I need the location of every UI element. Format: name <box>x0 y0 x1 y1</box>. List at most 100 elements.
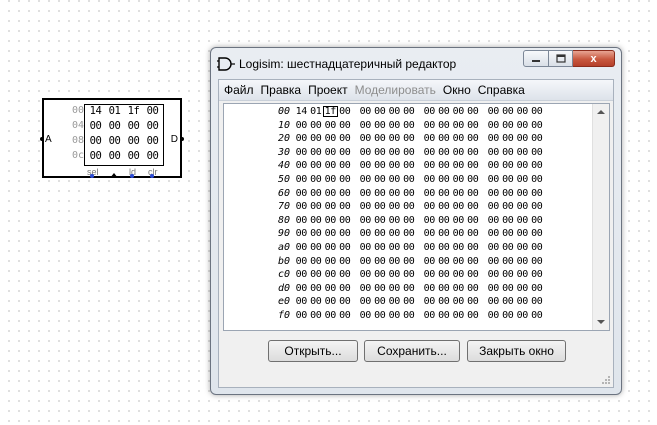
hex-byte[interactable]: 00 <box>466 228 481 239</box>
hex-byte[interactable]: 00 <box>358 201 373 212</box>
hex-byte[interactable]: 00 <box>338 174 353 185</box>
hex-byte[interactable]: 00 <box>530 133 545 144</box>
hex-byte[interactable]: 00 <box>501 160 516 171</box>
hex-byte[interactable]: 00 <box>373 160 388 171</box>
hex-byte[interactable]: 00 <box>501 106 516 117</box>
hex-byte[interactable]: 00 <box>294 228 309 239</box>
hex-byte[interactable]: 00 <box>323 242 338 253</box>
menu-project[interactable]: Проект <box>306 83 353 97</box>
hex-byte[interactable]: 00 <box>515 147 530 158</box>
hex-byte[interactable]: 00 <box>373 174 388 185</box>
hex-byte[interactable]: 00 <box>451 201 466 212</box>
hex-byte[interactable]: 00 <box>387 296 402 307</box>
hex-byte[interactable]: 00 <box>309 242 324 253</box>
hex-byte[interactable]: 00 <box>387 256 402 267</box>
hex-byte[interactable]: 00 <box>466 120 481 131</box>
hex-byte[interactable]: 00 <box>358 160 373 171</box>
hex-byte[interactable]: 00 <box>373 188 388 199</box>
hex-byte[interactable]: 00 <box>294 120 309 131</box>
hex-byte[interactable]: 00 <box>501 215 516 226</box>
hex-byte[interactable]: 00 <box>373 296 388 307</box>
hex-byte[interactable]: 00 <box>373 269 388 280</box>
hex-byte[interactable]: 00 <box>358 147 373 158</box>
hex-byte[interactable]: 00 <box>309 120 324 131</box>
hex-byte[interactable]: 00 <box>486 160 501 171</box>
hex-byte[interactable]: 00 <box>402 242 417 253</box>
hex-byte[interactable]: 00 <box>422 215 437 226</box>
hex-byte[interactable]: 00 <box>309 160 324 171</box>
hex-byte[interactable]: 00 <box>530 310 545 321</box>
hex-byte[interactable]: 00 <box>515 174 530 185</box>
hex-byte[interactable]: 00 <box>309 269 324 280</box>
hex-byte[interactable]: 00 <box>422 310 437 321</box>
menu-edit[interactable]: Правка <box>259 83 307 97</box>
hex-byte[interactable]: 00 <box>466 296 481 307</box>
hex-byte[interactable]: 00 <box>437 160 452 171</box>
hex-byte[interactable]: 00 <box>451 133 466 144</box>
hex-byte[interactable]: 00 <box>530 283 545 294</box>
hex-byte[interactable]: 00 <box>338 133 353 144</box>
hex-byte[interactable]: 00 <box>323 215 338 226</box>
hex-byte[interactable]: 00 <box>530 242 545 253</box>
vertical-scrollbar[interactable] <box>592 104 609 330</box>
hex-byte[interactable]: 00 <box>422 296 437 307</box>
hex-byte[interactable]: 00 <box>466 147 481 158</box>
hex-byte[interactable]: 00 <box>338 188 353 199</box>
hex-byte[interactable]: 00 <box>486 120 501 131</box>
hex-byte[interactable]: 00 <box>437 106 452 117</box>
hex-byte[interactable]: 00 <box>515 106 530 117</box>
hex-byte[interactable]: 00 <box>466 310 481 321</box>
hex-byte[interactable]: 00 <box>338 310 353 321</box>
hex-byte[interactable]: 00 <box>437 296 452 307</box>
hex-byte[interactable]: 00 <box>515 215 530 226</box>
hex-byte[interactable]: 00 <box>387 133 402 144</box>
hex-byte[interactable]: 00 <box>338 160 353 171</box>
hex-byte[interactable]: 00 <box>402 215 417 226</box>
hex-byte[interactable]: 00 <box>437 174 452 185</box>
hex-byte[interactable]: 00 <box>387 106 402 117</box>
maximize-button[interactable] <box>549 50 573 67</box>
menu-simulate[interactable]: Моделировать <box>353 83 441 97</box>
ram-pin-a[interactable] <box>40 137 44 141</box>
hex-byte[interactable]: 00 <box>437 310 452 321</box>
hex-byte[interactable]: 00 <box>515 160 530 171</box>
menu-window[interactable]: Окно <box>441 83 476 97</box>
hex-byte[interactable]: 00 <box>323 296 338 307</box>
hex-byte[interactable]: 00 <box>437 120 452 131</box>
hex-byte[interactable]: 00 <box>422 242 437 253</box>
hex-byte[interactable]: 00 <box>294 283 309 294</box>
hex-byte[interactable]: 00 <box>358 228 373 239</box>
hex-byte[interactable]: 00 <box>323 188 338 199</box>
hex-byte[interactable]: 00 <box>373 310 388 321</box>
hex-byte[interactable]: 00 <box>402 201 417 212</box>
hex-byte[interactable]: 14 <box>294 106 309 117</box>
hex-byte[interactable]: 00 <box>387 120 402 131</box>
hex-byte[interactable]: 00 <box>422 269 437 280</box>
hex-byte[interactable]: 00 <box>338 120 353 131</box>
hex-byte[interactable]: 00 <box>486 242 501 253</box>
hex-byte[interactable]: 00 <box>402 106 417 117</box>
close-button[interactable]: x <box>573 50 615 67</box>
hex-byte[interactable]: 00 <box>422 160 437 171</box>
hex-byte[interactable]: 00 <box>294 188 309 199</box>
hex-byte[interactable]: 00 <box>294 215 309 226</box>
hex-byte[interactable]: 00 <box>358 283 373 294</box>
hex-byte[interactable]: 00 <box>422 201 437 212</box>
hex-byte[interactable]: 00 <box>373 228 388 239</box>
hex-byte[interactable]: 00 <box>466 242 481 253</box>
hex-byte[interactable]: 00 <box>466 106 481 117</box>
hex-byte[interactable]: 00 <box>515 296 530 307</box>
hex-byte[interactable]: 00 <box>294 160 309 171</box>
hex-byte[interactable]: 00 <box>323 310 338 321</box>
hex-byte[interactable]: 00 <box>501 120 516 131</box>
hex-byte[interactable]: 00 <box>402 256 417 267</box>
hex-byte[interactable]: 00 <box>294 296 309 307</box>
minimize-button[interactable] <box>523 50 549 67</box>
hex-byte[interactable]: 00 <box>309 147 324 158</box>
hex-byte[interactable]: 00 <box>387 228 402 239</box>
hex-byte[interactable]: 00 <box>294 310 309 321</box>
hex-byte[interactable]: 00 <box>402 174 417 185</box>
hex-byte[interactable]: 00 <box>373 242 388 253</box>
hex-byte[interactable]: 00 <box>387 215 402 226</box>
hex-byte[interactable]: 00 <box>358 256 373 267</box>
